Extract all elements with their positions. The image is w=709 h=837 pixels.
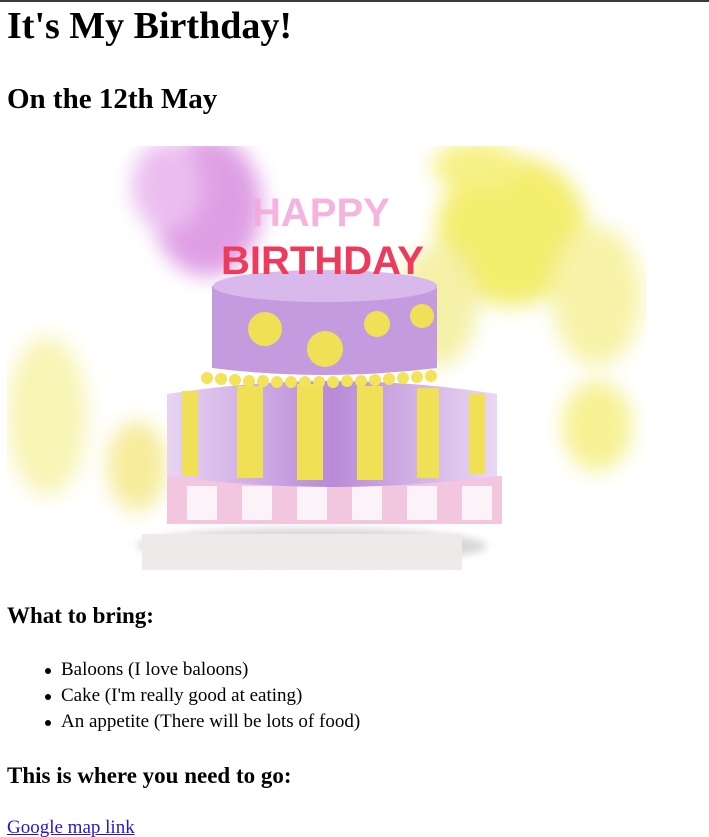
bring-heading: What to bring: bbox=[7, 603, 154, 628]
bullet-icon bbox=[45, 668, 51, 674]
bullet-icon bbox=[45, 694, 51, 700]
list-item: An appetite (There will be lots of food) bbox=[43, 709, 360, 735]
directions-heading: This is where you need to go: bbox=[7, 763, 292, 788]
list-item: Cake (I'm really good at eating) bbox=[43, 683, 360, 709]
list-item-text: An appetite (There will be lots of food) bbox=[61, 711, 361, 732]
cake-candle-text-top: HAPPY bbox=[252, 191, 390, 235]
page-subtitle: On the 12th May bbox=[7, 83, 218, 115]
google-map-link[interactable]: Google map link bbox=[7, 815, 135, 837]
cake-candle-text-bottom: BIRTHDAY bbox=[221, 239, 424, 283]
bullet-icon bbox=[45, 720, 51, 726]
list-item-text: Cake (I'm really good at eating) bbox=[61, 685, 303, 706]
top-border bbox=[0, 0, 709, 2]
bring-list: Baloons (I love baloons) Cake (I'm reall… bbox=[43, 657, 360, 735]
page-title: It's My Birthday! bbox=[7, 5, 292, 47]
birthday-cake-image: HAPPY BIRTHDAY bbox=[7, 146, 647, 574]
list-item: Baloons (I love baloons) bbox=[43, 657, 360, 683]
list-item-text: Baloons (I love baloons) bbox=[61, 659, 249, 680]
